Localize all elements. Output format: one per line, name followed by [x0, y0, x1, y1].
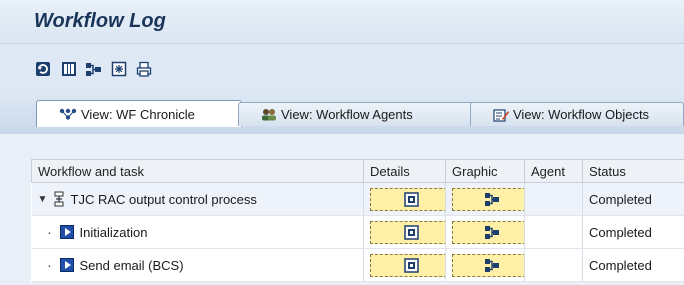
chronicle-icon	[59, 108, 77, 120]
workflow-table: Workflow and task Details Graphic Agent …	[31, 159, 684, 282]
table-header: Workflow and task Details Graphic Agent …	[31, 159, 684, 183]
graphic-icon[interactable]	[84, 60, 102, 78]
details-icon	[403, 191, 419, 207]
status-cell: Completed	[582, 248, 684, 282]
details-icon	[403, 257, 419, 273]
table-row[interactable]: · Send email (BCS) Completed	[31, 248, 684, 282]
graphic-button[interactable]	[452, 220, 524, 244]
agents-icon	[261, 108, 277, 121]
details-button[interactable]	[370, 187, 445, 211]
workflow-task-cell: ▼ TJC RAC output control process	[31, 182, 364, 216]
task-name: Initialization	[79, 224, 148, 240]
tab-label: View: Workflow Agents	[281, 107, 413, 122]
expand-arrow-icon[interactable]: ▼	[38, 194, 50, 205]
layout-icon[interactable]	[60, 60, 78, 78]
graphic-button[interactable]	[452, 187, 524, 211]
graphic-cell	[445, 215, 525, 249]
details-cell	[363, 215, 446, 249]
tree-node-dot: ·	[47, 224, 52, 240]
tab-label: View: WF Chronicle	[81, 106, 195, 122]
graphic-cell	[445, 248, 525, 282]
graphic-button[interactable]	[452, 253, 524, 277]
tab-label: View: Workflow Objects	[513, 107, 650, 122]
details-cell	[363, 182, 446, 216]
toolbar	[0, 44, 684, 90]
tab-panel: Workflow and task Details Graphic Agent …	[0, 134, 684, 285]
table-row[interactable]: ▼ TJC RAC output control process Complet…	[31, 182, 684, 216]
agent-cell	[524, 215, 583, 249]
graphic-icon	[484, 192, 500, 207]
column-header-agent[interactable]: Agent	[524, 159, 583, 183]
task-name: TJC RAC output control process	[70, 191, 257, 207]
objects-icon	[493, 108, 509, 122]
column-header-graphic[interactable]: Graphic	[445, 159, 525, 183]
tree-node-dot: ·	[47, 257, 52, 273]
refresh-icon[interactable]	[34, 60, 52, 78]
page-title: Workflow Log	[34, 10, 166, 32]
title-bar: Workflow Log	[0, 0, 684, 44]
task-name: Send email (BCS)	[79, 257, 184, 273]
details-button[interactable]	[370, 220, 445, 244]
graphic-icon	[484, 225, 500, 240]
column-header-status[interactable]: Status	[582, 159, 684, 183]
task-step-icon	[59, 225, 74, 239]
workflow-task-cell: · Send email (BCS)	[31, 248, 364, 282]
task-step-icon	[59, 258, 74, 272]
status-cell: Completed	[582, 215, 684, 249]
table-row[interactable]: · Initialization Completed	[31, 215, 684, 249]
column-header-details[interactable]: Details	[363, 159, 446, 183]
tab-wf-chronicle[interactable]: View: WF Chronicle	[36, 100, 242, 127]
graphic-cell	[445, 182, 525, 216]
workflow-icon	[54, 191, 64, 207]
graphic-icon	[484, 258, 500, 273]
tab-workflow-objects[interactable]: View: Workflow Objects	[470, 102, 684, 126]
details-button[interactable]	[370, 253, 445, 277]
agent-cell	[524, 182, 583, 216]
print-icon[interactable]	[135, 60, 153, 78]
details-cell	[363, 248, 446, 282]
agent-cell	[524, 248, 583, 282]
workflow-task-cell: · Initialization	[31, 215, 364, 249]
status-cell: Completed	[582, 182, 684, 216]
tab-strip: View: WF Chronicle View: Workflow Agents…	[0, 90, 684, 134]
filter-icon[interactable]	[110, 60, 128, 78]
details-icon	[403, 224, 419, 240]
column-header-workflow-task[interactable]: Workflow and task	[31, 159, 364, 183]
tab-workflow-agents[interactable]: View: Workflow Agents	[238, 102, 474, 126]
